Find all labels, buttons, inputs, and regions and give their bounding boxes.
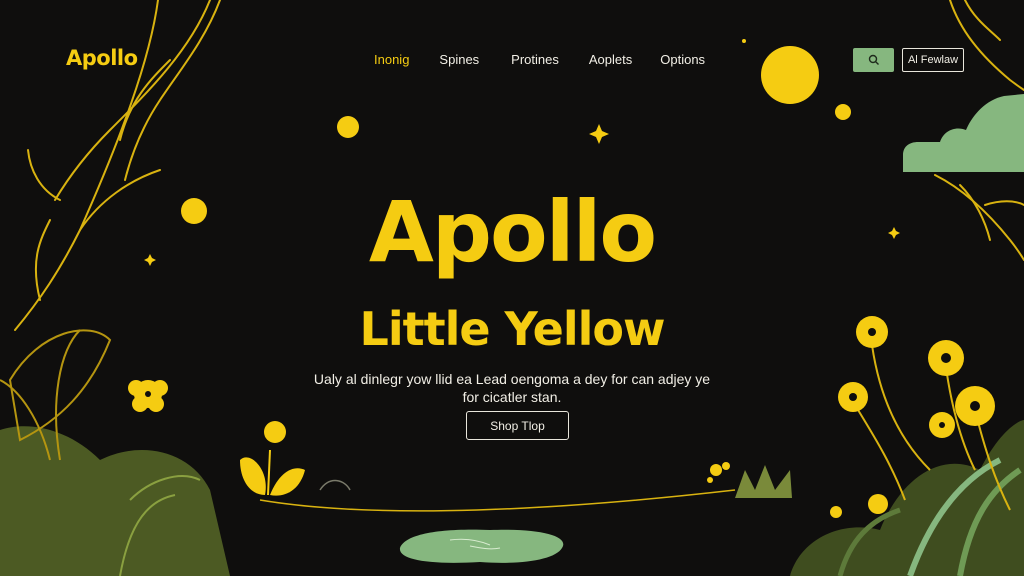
nav-item-home[interactable]: Inonig xyxy=(374,52,409,67)
nav-item-options[interactable]: Options xyxy=(660,52,705,67)
center-plant xyxy=(240,421,351,496)
pond xyxy=(399,529,564,563)
nav-item-aoplets[interactable]: Aoplets xyxy=(589,52,632,67)
left-foliage xyxy=(0,329,230,576)
cloud xyxy=(903,94,1024,172)
hero-subtitle: Little Yellow xyxy=(359,302,666,356)
nav-item-protines[interactable]: Protines xyxy=(511,52,559,67)
search-button[interactable] xyxy=(853,48,894,72)
hero-title: Apollo xyxy=(368,183,657,281)
header-cta-button[interactable]: Al Fewlaw xyxy=(902,48,964,72)
hero-description: Ualy al dinlegr yow llid ea Lead oengoma… xyxy=(313,371,711,405)
background-illustration xyxy=(0,0,1024,576)
ground-line xyxy=(259,489,736,512)
left-flower xyxy=(128,380,168,412)
grass-tuft xyxy=(735,465,792,498)
main-nav: Inonig Spines Protines Aoplets Options xyxy=(374,52,705,67)
brand-logo[interactable]: Apollo xyxy=(66,46,138,70)
shop-button[interactable]: Shop Tlop xyxy=(466,411,569,440)
search-icon xyxy=(868,54,879,65)
nav-item-spines[interactable]: Spines xyxy=(439,52,479,67)
